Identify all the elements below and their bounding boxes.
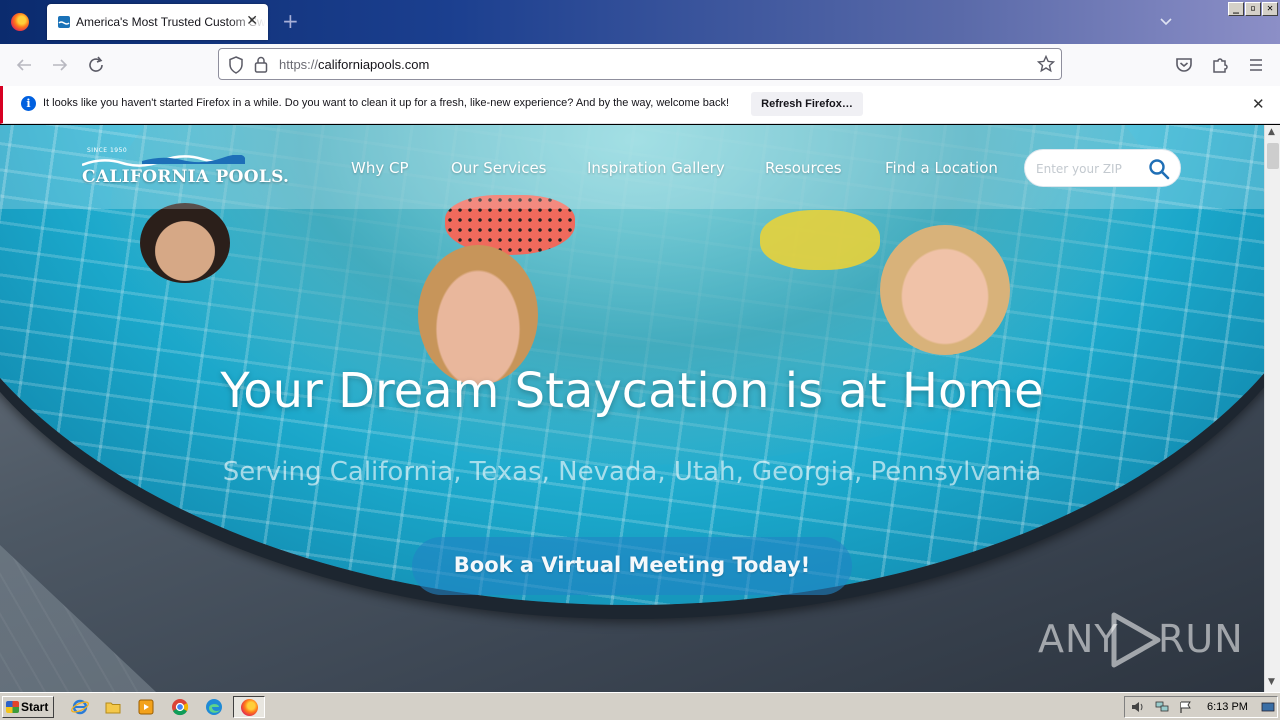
tracking-protection-shield-icon[interactable] (228, 56, 244, 74)
windows-flag-icon (6, 701, 19, 713)
logo-wave-icon (82, 155, 245, 167)
media-player-icon[interactable] (137, 698, 155, 716)
watermark-left: ANY (1038, 617, 1119, 661)
volume-icon[interactable] (1131, 701, 1145, 713)
hero-subline: Serving California, Texas, Nevada, Utah,… (222, 457, 1042, 487)
site-favicon-icon (58, 16, 70, 28)
network-icon[interactable] (1155, 701, 1169, 713)
url-scheme: https:// (279, 57, 319, 72)
hero-headline: Your Dream Staycation is at Home (220, 363, 1044, 419)
site-header: SINCE 1950 CALIFORNIA POOLS. Why CP Our … (0, 125, 1264, 209)
internet-explorer-icon[interactable] (71, 698, 89, 716)
watermark-play-icon (1111, 612, 1161, 668)
scroll-up-arrow-icon[interactable]: ▲ (1268, 127, 1275, 137)
refresh-firefox-button[interactable]: Refresh Firefox… (751, 92, 863, 116)
nav-inspiration-gallery[interactable]: Inspiration Gallery (587, 159, 725, 177)
system-tray: 6:13 PM (1124, 696, 1278, 718)
window-close-button[interactable]: ✕ (1262, 2, 1278, 16)
scrollbar-thumb[interactable] (1267, 143, 1279, 169)
start-button[interactable]: Start (2, 696, 54, 718)
window-minimize-button[interactable]: _ (1228, 2, 1244, 16)
zip-input[interactable] (1036, 159, 1146, 179)
hamburger-menu-icon[interactable] (1245, 54, 1267, 76)
url-text[interactable]: https://californiapools.com (279, 57, 429, 72)
url-bar[interactable]: https://californiapools.com (218, 48, 1062, 80)
nav-why-cp[interactable]: Why CP (351, 159, 409, 177)
edge-icon[interactable] (205, 698, 223, 716)
book-virtual-meeting-button[interactable]: Book a Virtual Meeting Today! (412, 537, 852, 595)
show-desktop-icon[interactable] (1261, 701, 1275, 713)
nav-resources[interactable]: Resources (765, 159, 842, 177)
action-center-flag-icon[interactable] (1179, 701, 1193, 713)
list-all-tabs-chevron-icon[interactable] (1159, 17, 1173, 27)
taskbar-clock[interactable]: 6:13 PM (1207, 701, 1248, 713)
reload-icon[interactable] (85, 54, 107, 76)
tab-title: America's Most Trusted Custom Sw (76, 15, 266, 29)
nav-our-services[interactable]: Our Services (451, 159, 547, 177)
info-icon: i (21, 96, 36, 111)
california-pools-logo[interactable]: SINCE 1950 CALIFORNIA POOLS. (82, 147, 289, 193)
notification-message: It looks like you haven't started Firefo… (43, 97, 730, 109)
notification-bar: i It looks like you haven't started Fire… (0, 86, 1280, 124)
navigation-toolbar: https://californiapools.com (0, 44, 1280, 86)
back-arrow-icon[interactable] (13, 54, 35, 76)
tab-close-icon[interactable]: ✕ (246, 14, 258, 28)
logo-wordmark: CALIFORNIA POOLS. (82, 167, 290, 187)
lock-icon[interactable] (254, 56, 268, 73)
watermark-right: RUN (1158, 617, 1244, 661)
bookmark-star-icon[interactable] (1037, 55, 1055, 73)
forward-arrow-icon[interactable] (49, 54, 71, 76)
page-scrollbar[interactable]: ▲ ▼ (1264, 125, 1280, 692)
taskbar-firefox-active[interactable] (233, 696, 265, 718)
zip-search-box (1024, 149, 1181, 187)
window-restore-button[interactable]: ▫ (1245, 2, 1261, 16)
new-tab-icon[interactable]: + (282, 11, 299, 31)
windows-taskbar: Start 6:13 PM (0, 692, 1280, 720)
scroll-down-arrow-icon[interactable]: ▼ (1268, 677, 1275, 687)
nav-find-a-location[interactable]: Find a Location (885, 159, 998, 177)
firefox-logo-icon[interactable] (11, 13, 29, 31)
firefox-taskbar-icon (241, 699, 258, 716)
start-label: Start (21, 700, 49, 714)
chrome-icon[interactable] (171, 698, 189, 716)
url-host: californiapools.com (318, 57, 430, 72)
pocket-icon[interactable] (1173, 54, 1195, 76)
search-icon[interactable] (1148, 158, 1170, 180)
web-page: SINCE 1950 CALIFORNIA POOLS. Why CP Our … (0, 125, 1264, 692)
anyrun-watermark: ANY RUN (1038, 609, 1243, 669)
file-explorer-icon[interactable] (104, 698, 122, 716)
logo-since: SINCE 1950 (87, 147, 128, 154)
tab-californiapools[interactable]: America's Most Trusted Custom Sw ✕ (47, 4, 268, 40)
notification-close-icon[interactable]: ✕ (1252, 95, 1265, 113)
extensions-puzzle-icon[interactable] (1209, 54, 1231, 76)
tab-strip: America's Most Trusted Custom Sw ✕ + _ ▫… (0, 0, 1280, 44)
